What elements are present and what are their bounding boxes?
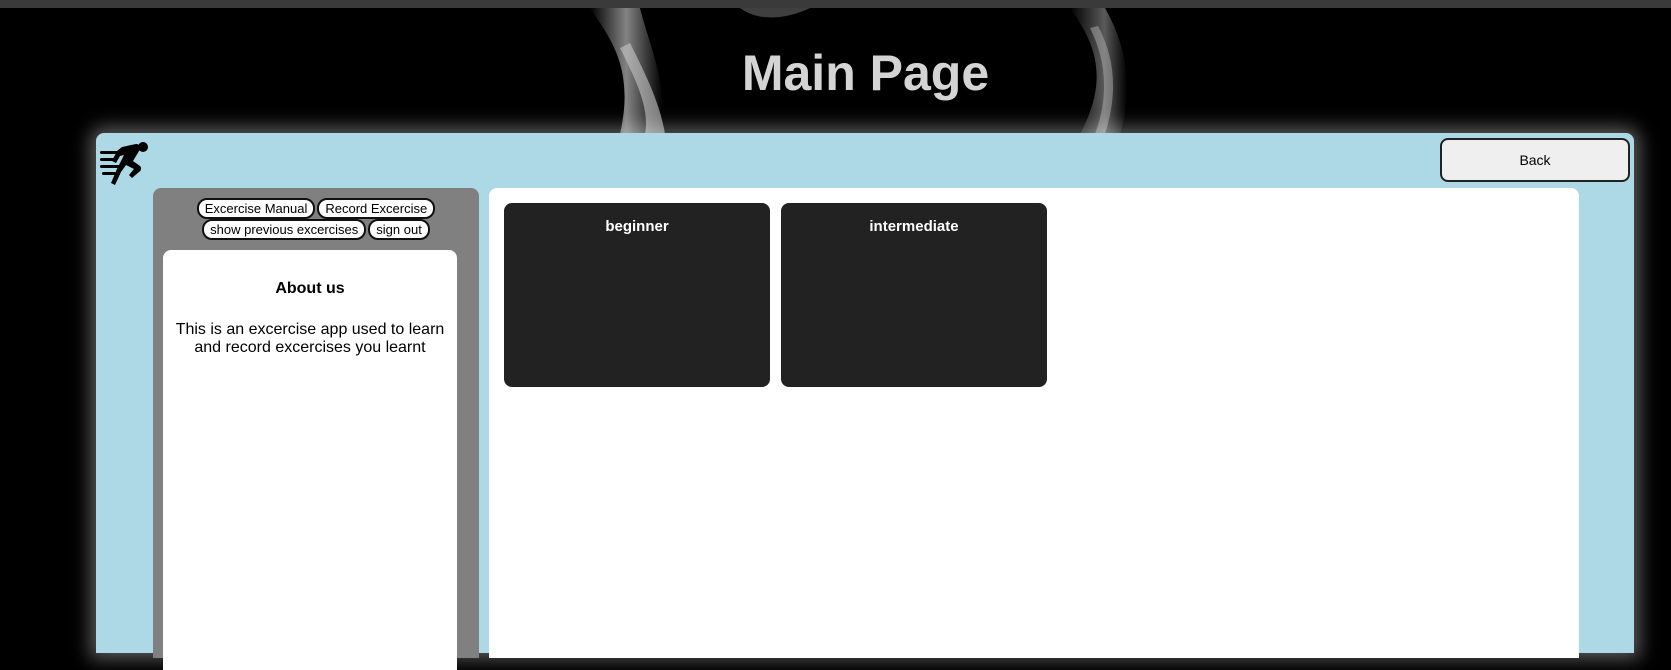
level-card-beginner[interactable]: beginner bbox=[504, 203, 770, 387]
window-top-bar bbox=[0, 0, 1671, 8]
show-previous-excercises-button[interactable]: show previous excercises bbox=[202, 219, 367, 240]
level-card-title: intermediate bbox=[869, 218, 959, 235]
header-banner: Main Page bbox=[0, 8, 1671, 134]
back-button[interactable]: Back bbox=[1440, 138, 1630, 182]
about-us-title: About us bbox=[275, 280, 345, 297]
sidebar-nav: Excercise Manual Record Excercise show pr… bbox=[153, 198, 479, 240]
record-excercise-button[interactable]: Record Excercise bbox=[317, 198, 436, 219]
sidebar: Excercise Manual Record Excercise show pr… bbox=[153, 188, 479, 670]
level-card-title: beginner bbox=[605, 218, 669, 235]
about-us-text: This is an excercise app used to learn a… bbox=[175, 321, 445, 356]
main-panel: Back Excercise Manual Record Excercise sh… bbox=[96, 133, 1634, 670]
about-us-box: About us This is an excercise app used t… bbox=[163, 250, 457, 670]
running-person-icon bbox=[100, 142, 148, 185]
page-title: Main Page bbox=[741, 45, 990, 101]
level-card-intermediate[interactable]: intermediate bbox=[781, 203, 1047, 387]
sign-out-button[interactable]: sign out bbox=[368, 219, 430, 240]
content-area: beginner intermediate bbox=[489, 188, 1579, 658]
excercise-manual-button[interactable]: Excercise Manual bbox=[196, 198, 316, 219]
